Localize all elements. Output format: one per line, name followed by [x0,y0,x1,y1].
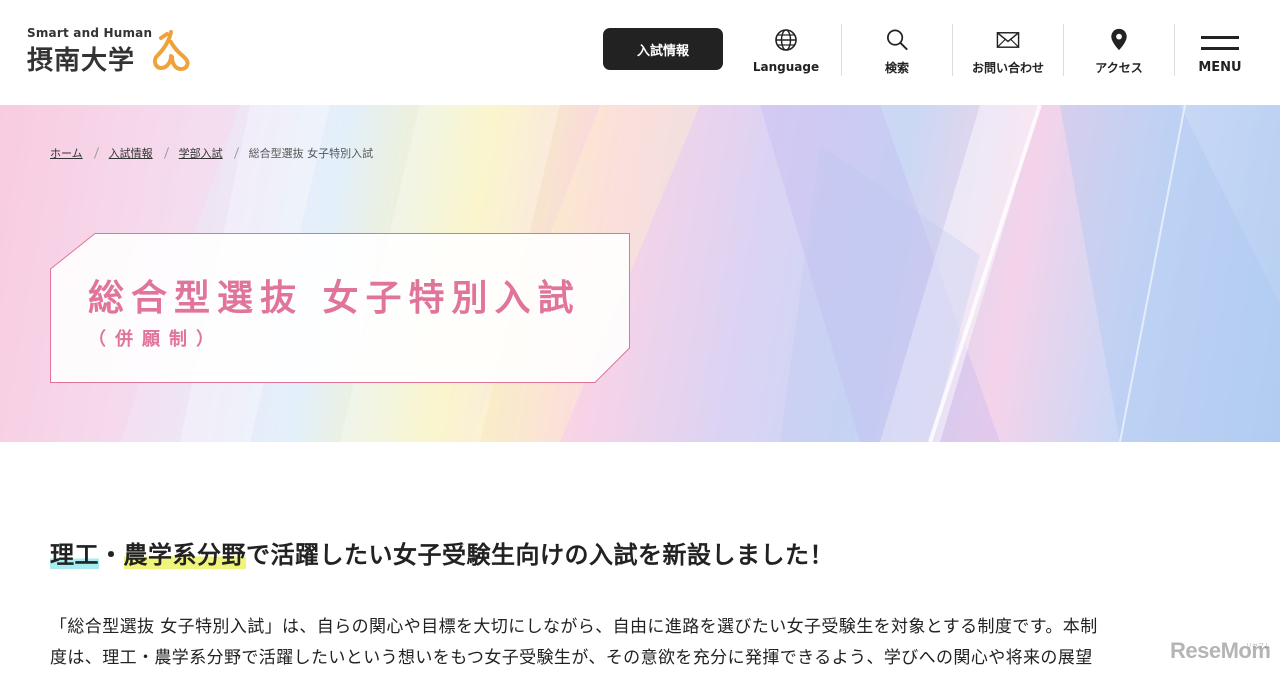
site-header: Smart and Human 摂南大学 入試情報 Language 検索 お問… [0,0,1280,105]
globe-icon [775,29,797,51]
page-title: 総合型選抜 女子特別入試 [88,278,581,319]
intro-line: 度は、理工・農学系分野で活躍したいという想いをもつ女子受験生が、その意欲を充分に… [50,648,1093,668]
nav-access-label: アクセス [1095,61,1143,75]
nav-search-label: 検索 [884,61,909,75]
logo-name: 摂南大学 [27,46,136,76]
hero-banner: ホーム 入試情報 学部入試 総合型選抜 女子特別入試 総合型選抜 女子特別入試 … [0,105,1280,442]
search-icon [887,29,908,51]
breadcrumb: ホーム 入試情報 学部入試 総合型選抜 女子特別入試 [50,145,373,161]
map-pin-icon [1111,28,1127,51]
breadcrumb-admission[interactable]: 入試情報 [109,145,153,161]
logo-tagline: Smart and Human [27,26,153,40]
lead-heading: 理工・農学系分野で活躍したい女子受験生向けの入試を新設しました！ [50,535,834,570]
highlight-science: 理工 [50,541,99,569]
logo-mark-icon [152,30,190,72]
intro-line: 「総合型選抜 女子特別入試」は、自らの関心や目標を大切にしながら、自由に進路を選… [50,617,1098,637]
menu-button[interactable]: MENU [1175,24,1265,76]
resemom-watermark-sub: リセマム [1246,643,1271,650]
nav-access[interactable]: アクセス [1064,24,1174,76]
nav-language[interactable]: Language [731,24,841,76]
highlight-agriculture: 農学系分野 [123,541,246,569]
lead-dot: ・ [99,541,124,569]
breadcrumb-current: 総合型選抜 女子特別入試 [248,147,374,160]
menu-label: MENU [1198,60,1242,75]
nav-language-label: Language [752,60,820,74]
breadcrumb-undergrad-exam[interactable]: 学部入試 [179,145,223,161]
nav-contact[interactable]: お問い合わせ [953,24,1063,76]
nav-search[interactable]: 検索 [842,24,952,76]
page-title-card: 総合型選抜 女子特別入試 （併願制） [50,233,630,383]
admission-info-button[interactable]: 入試情報 [603,28,723,70]
breadcrumb-separator [229,147,243,159]
mail-icon [996,32,1020,48]
intro-paragraph: 「総合型選抜 女子特別入試」は、自らの関心や目標を大切にしながら、自由に進路を選… [50,612,1230,674]
hamburger-icon [1201,36,1239,50]
nav-contact-label: お問い合わせ [971,61,1044,75]
page-subtitle: （併願制） [88,329,223,350]
breadcrumb-home[interactable]: ホーム [50,145,83,161]
breadcrumb-separator [89,147,103,159]
breadcrumb-separator [159,147,173,159]
site-logo[interactable]: Smart and Human 摂南大学 [27,26,197,76]
lead-rest: で活躍したい女子受験生向けの入試を新設しました！ [246,541,834,569]
